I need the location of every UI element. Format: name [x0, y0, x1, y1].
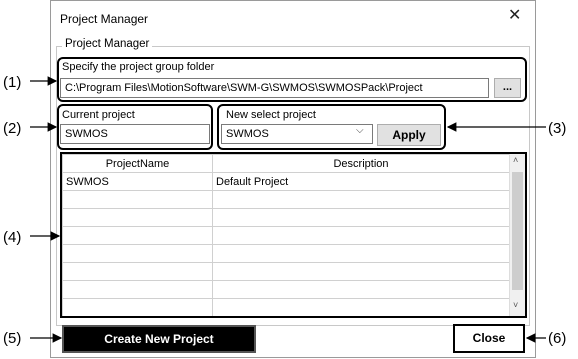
- callout-arrows: [30, 76, 546, 343]
